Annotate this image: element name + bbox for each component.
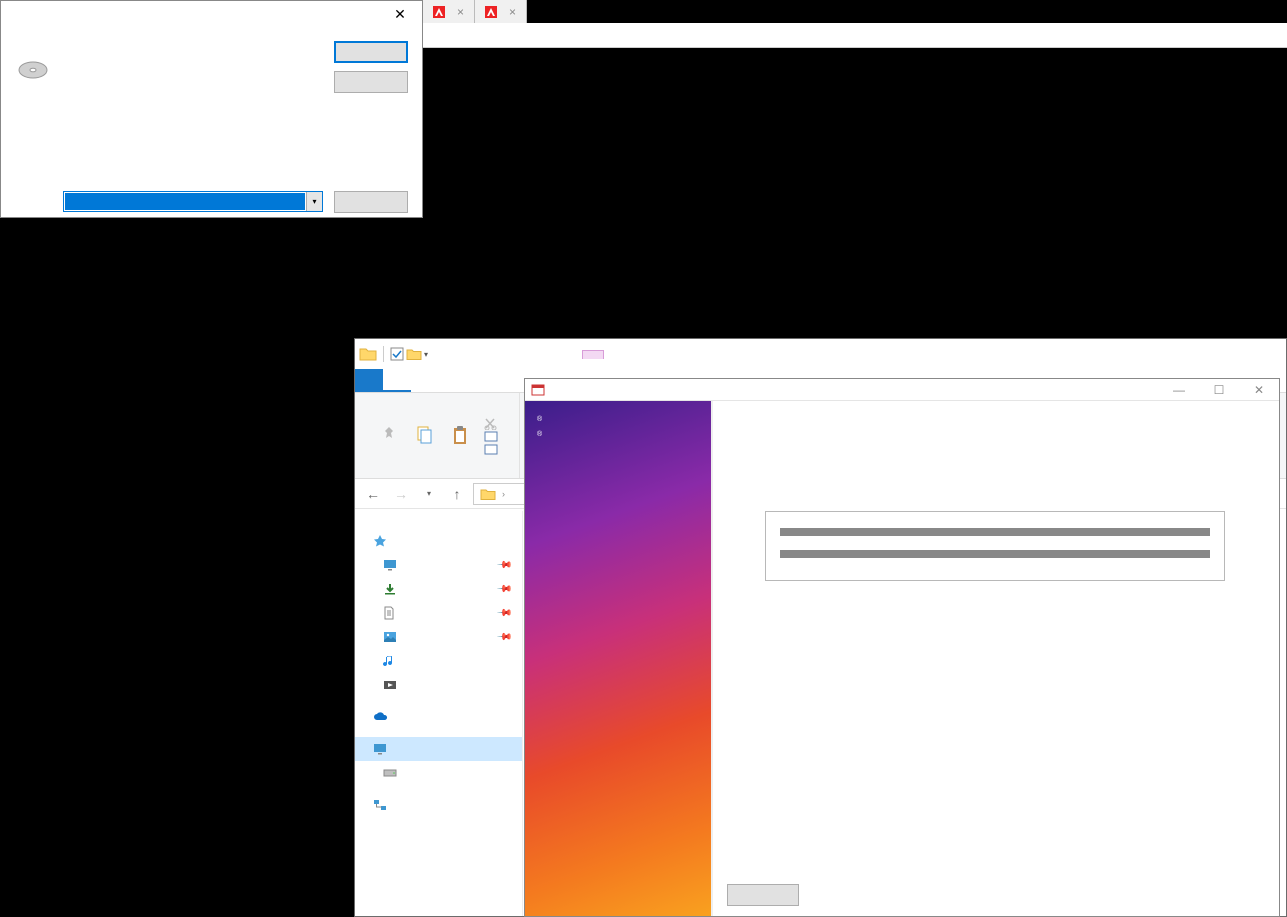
ribbon-group-clipboard (355, 393, 520, 478)
close-icon[interactable]: × (509, 6, 516, 18)
context-tab-application-tools[interactable] (582, 350, 604, 359)
installer-app-icon (531, 384, 545, 396)
pin-icon: 📌 (495, 581, 512, 598)
pictures-icon (383, 631, 397, 643)
nav-desktop[interactable]: 📌 (355, 553, 522, 577)
installer-titlebar[interactable]: — ☐ ✕ (525, 379, 1279, 401)
divider (383, 346, 384, 362)
browser-tab-strip: × × (423, 0, 527, 23)
ribbon-paste-extra (484, 418, 498, 456)
copy-files-from-combobox[interactable]: ▾ (63, 191, 323, 212)
context-tab-folder-name[interactable] (624, 350, 644, 358)
installer-main (711, 401, 1279, 916)
disk-icon (383, 767, 397, 779)
pin-icon: 📌 (495, 605, 512, 622)
nav-this-pc[interactable] (355, 737, 522, 761)
pin-icon: 📌 (495, 557, 512, 574)
installer-brand: ® ® (537, 415, 699, 445)
nav-quick-access[interactable] (355, 529, 522, 553)
music-icon (383, 654, 395, 668)
dropdown-caret-icon[interactable]: ▾ (424, 350, 428, 359)
browser-tab[interactable]: × (475, 0, 527, 23)
navigation-pane: 📌 📌 📌 📌 (355, 511, 523, 916)
document-icon (383, 606, 395, 620)
nav-onedrive[interactable] (355, 705, 522, 729)
network-icon (373, 799, 387, 811)
folder-icon (480, 487, 496, 501)
ribbon-pin-to-quick-access[interactable] (376, 423, 402, 451)
desktop-icon (383, 559, 397, 571)
pin-icon (376, 423, 402, 449)
ribbon-paste[interactable] (448, 423, 474, 451)
folder-small-icon[interactable] (406, 347, 422, 361)
installer-window: — ☐ ✕ ® ® (524, 378, 1280, 917)
nav-forward-button[interactable]: → (389, 482, 413, 506)
ribbon-tab-home[interactable] (383, 369, 411, 392)
adobe-logo-icon (433, 6, 445, 18)
cloud-icon (373, 711, 389, 723)
disc-progress-bar (780, 550, 1210, 558)
shortcut-icon (484, 444, 498, 456)
minimize-button[interactable]: — (1159, 380, 1199, 400)
paste-icon (448, 423, 474, 449)
dialog-titlebar[interactable]: ✕ (1, 1, 422, 27)
nav-recent-button[interactable]: ▾ (417, 482, 441, 506)
chevron-down-icon[interactable]: ▾ (306, 192, 322, 211)
explorer-titlebar[interactable]: ▾ (355, 339, 1286, 369)
installer-sidebar: ® ® (525, 401, 711, 916)
videos-icon (383, 679, 397, 691)
ok-button[interactable] (334, 41, 408, 63)
installer-cancel-button[interactable] (727, 884, 799, 906)
ribbon-copy[interactable] (412, 423, 438, 451)
nav-back-button[interactable]: ← (361, 482, 385, 506)
close-button[interactable]: ✕ (378, 1, 422, 27)
nav-videos[interactable] (355, 673, 522, 697)
cancel-button[interactable] (334, 71, 408, 93)
close-button[interactable]: ✕ (1239, 380, 1279, 400)
installer-progress-panel (765, 511, 1225, 581)
nav-music[interactable] (355, 649, 522, 673)
star-icon (373, 534, 387, 548)
browser-tab[interactable]: × (423, 0, 475, 23)
ribbon-tab-share[interactable] (411, 369, 439, 392)
maximize-button[interactable]: ☐ (1199, 380, 1239, 400)
nav-local-disk[interactable] (355, 761, 522, 785)
adobe-logo-icon (485, 6, 497, 18)
pc-icon (373, 743, 387, 755)
nav-downloads[interactable]: 📌 (355, 577, 522, 601)
close-icon[interactable]: × (457, 6, 464, 18)
download-icon (383, 582, 397, 596)
folder-icon (359, 346, 377, 362)
cut-icon (484, 418, 498, 430)
browse-button[interactable] (334, 191, 408, 213)
quick-access-toolbar: ▾ (355, 346, 432, 362)
files-needed-dialog: ✕ ▾ (0, 0, 423, 218)
ribbon-tab-file[interactable] (355, 369, 383, 392)
nav-network[interactable] (355, 793, 522, 817)
overall-progress-bar (780, 528, 1210, 536)
path-icon (484, 431, 498, 443)
nav-pictures[interactable]: 📌 (355, 625, 522, 649)
browser-address-bar[interactable] (423, 23, 1287, 48)
nav-up-button[interactable]: ↑ (445, 482, 469, 506)
pin-icon: 📌 (495, 629, 512, 646)
cd-rom-icon (17, 59, 49, 81)
copy-icon (412, 423, 438, 449)
checkbox-icon[interactable] (390, 347, 404, 361)
nav-documents[interactable]: 📌 (355, 601, 522, 625)
path-input[interactable] (65, 193, 305, 210)
